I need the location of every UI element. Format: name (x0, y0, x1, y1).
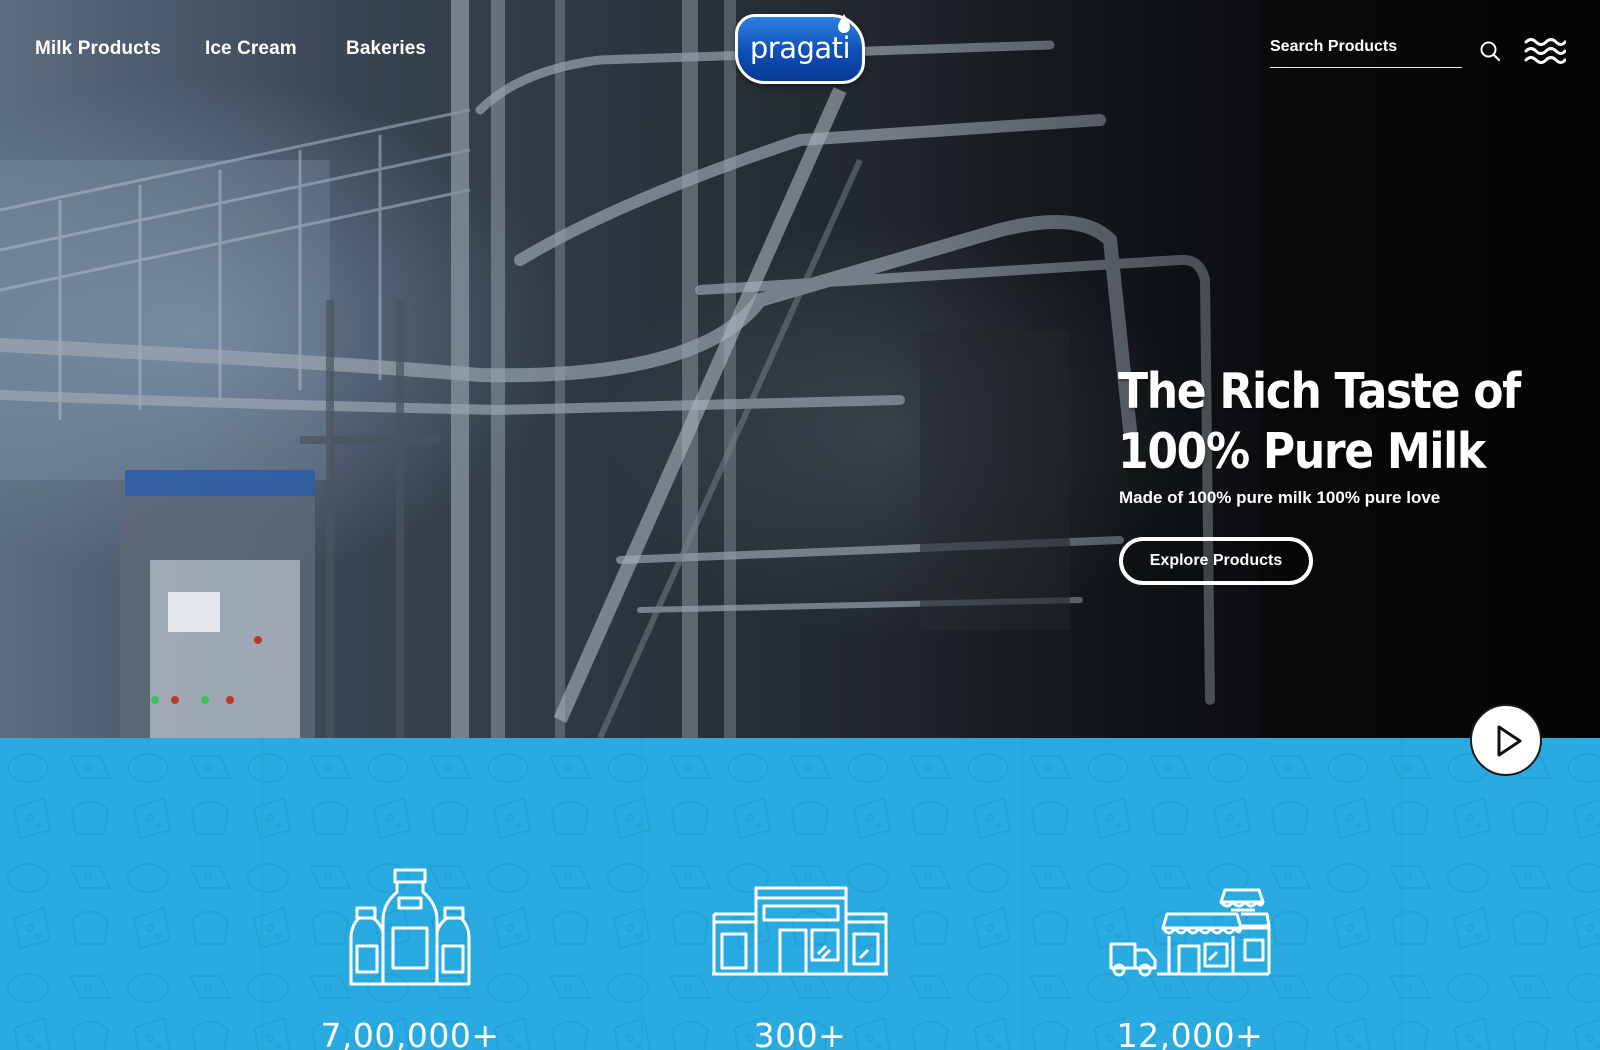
nav-ice-cream[interactable]: Ice Cream (205, 38, 297, 60)
stat-value-plants: 300+ (753, 1016, 847, 1050)
search-input[interactable] (1270, 32, 1462, 62)
logo-wordmark: pragati (749, 31, 851, 65)
stat-card-outlets: 12,000+ (1040, 738, 1340, 1050)
nav-milk-products[interactable]: Milk Products (35, 38, 161, 60)
hero-headline-line1: The Rich Taste of (1118, 363, 1521, 420)
milk-drop-icon (838, 14, 850, 33)
stat-value-milk: 7,00,000+ (320, 1016, 500, 1050)
nav-bakeries[interactable]: Bakeries (346, 38, 426, 60)
search-icon[interactable] (1479, 40, 1501, 62)
store-building-icon (712, 886, 888, 976)
stat-card-plants: 300+ (650, 738, 950, 1050)
top-navigation: Milk Products Ice Cream Bakeries pragati (0, 0, 1600, 100)
hero-subheading: Made of 100% pure milk 100% pure love (1119, 488, 1441, 507)
stat-card-milk: 7,00,000+ (260, 738, 560, 1050)
explore-products-button[interactable]: Explore Products (1119, 537, 1313, 585)
stats-section: 7,00,000+ 300+ 12,000+ (0, 738, 1600, 1050)
retail-outlet-delivery-icon (1109, 888, 1271, 977)
search-box (1270, 32, 1462, 68)
hero-headline: The Rich Taste of 100% Pure Milk (1118, 362, 1541, 482)
hero-headline-line2: 100% Pure Milk (1118, 423, 1486, 480)
stat-value-outlets: 12,000+ (1116, 1016, 1264, 1050)
milk-bottles-icon (349, 868, 471, 986)
play-icon (1497, 725, 1522, 757)
pragati-logo[interactable]: pragati (735, 14, 865, 84)
play-video-button[interactable] (1470, 704, 1542, 776)
wave-menu-icon[interactable] (1524, 36, 1566, 66)
